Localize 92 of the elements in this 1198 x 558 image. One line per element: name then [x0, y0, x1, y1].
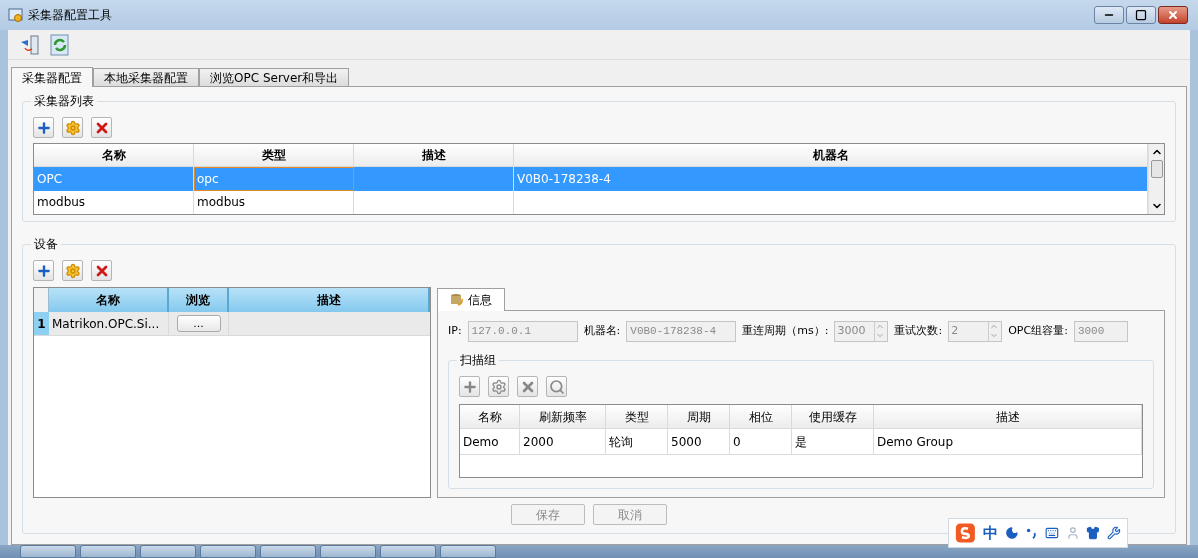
database-icon: [450, 293, 464, 307]
taskbar-button[interactable]: [140, 545, 196, 558]
maximize-button[interactable]: [1126, 6, 1156, 24]
table-cell: Matrikon.OPC.Si...: [49, 312, 169, 335]
group-title: 采集器列表: [31, 93, 97, 109]
row-number: 1: [34, 312, 49, 335]
taskbar-button[interactable]: [320, 545, 376, 558]
column-header[interactable]: 名称: [460, 405, 520, 428]
app-icon: [8, 7, 24, 23]
add-icon: [35, 119, 52, 136]
table-cell-text: 轮询: [609, 433, 633, 451]
taskbar-button[interactable]: [260, 545, 316, 558]
column-header[interactable]: 类型: [194, 144, 354, 167]
tab[interactable]: 本地采集器配置: [93, 68, 199, 86]
spin-up-icon: [875, 322, 886, 331]
column-header[interactable]: 名称: [34, 144, 194, 167]
taskbar-button[interactable]: [80, 545, 136, 558]
refresh-icon: [49, 33, 71, 56]
table-cell-text: modbus: [37, 194, 86, 212]
table-cell-text: 是: [795, 433, 807, 451]
add-button[interactable]: [33, 260, 54, 281]
taskbar-button[interactable]: [440, 545, 496, 558]
column-header[interactable]: 浏览: [169, 288, 229, 312]
taskbar-button[interactable]: [200, 545, 256, 558]
settings-button[interactable]: [62, 260, 83, 281]
scrollbar[interactable]: [1148, 144, 1164, 214]
field-label: 重试次数:: [894, 323, 943, 340]
column-header[interactable]: 描述: [229, 288, 430, 312]
sogou-logo-icon: [955, 521, 976, 545]
delete-button[interactable]: [517, 376, 538, 397]
keyboard-icon[interactable]: [1044, 525, 1059, 541]
add-button[interactable]: [459, 376, 480, 397]
table-cell-text: 5000: [671, 433, 702, 451]
scroll-thumb[interactable]: [1150, 160, 1163, 178]
column-header[interactable]: 刷新频率: [520, 405, 606, 428]
header-corner[interactable]: [34, 288, 49, 312]
table-cell-text: 2000: [523, 433, 554, 451]
group-title: 扫描组: [457, 352, 499, 368]
import-icon: [19, 33, 41, 56]
add-icon: [461, 378, 478, 395]
browse-button[interactable]: ...: [176, 315, 221, 332]
delete-button[interactable]: [91, 260, 112, 281]
table-cell-text: OPC: [37, 171, 63, 188]
tab[interactable]: 采集器配置: [11, 67, 93, 87]
table-cell-text: Demo Group: [877, 433, 953, 451]
punctuation-icon[interactable]: [1025, 526, 1038, 540]
taskbar-button[interactable]: [20, 545, 76, 558]
shirt-icon[interactable]: [1086, 525, 1101, 541]
field-label: IP:: [448, 323, 462, 340]
table-cell-text: modbus: [197, 194, 246, 212]
close-icon: [1167, 9, 1179, 21]
input-mode[interactable]: 中: [982, 521, 998, 545]
table-cell-text: V0B0-178238-4: [517, 171, 611, 188]
field-label: OPC组容量:: [1008, 323, 1068, 340]
user-icon[interactable]: [1065, 525, 1080, 541]
column-header[interactable]: 名称: [49, 288, 169, 312]
wrench-icon[interactable]: [1107, 525, 1121, 541]
table-row[interactable]: 1 Matrikon.OPC.Si... ...: [34, 312, 430, 336]
column-header[interactable]: 描述: [354, 144, 514, 167]
add-button[interactable]: [33, 117, 54, 138]
column-header[interactable]: 描述: [874, 405, 1142, 428]
column-header[interactable]: 周期: [668, 405, 730, 428]
delete-button[interactable]: [91, 117, 112, 138]
refresh-button[interactable]: [48, 32, 72, 57]
column-header[interactable]: 类型: [606, 405, 668, 428]
minimize-button[interactable]: [1094, 6, 1124, 24]
search-icon: [548, 378, 565, 395]
settings-button[interactable]: [62, 117, 83, 138]
taskbar-button[interactable]: [380, 545, 436, 558]
group-title: 设备: [31, 236, 61, 252]
table-cell-text: opc: [197, 171, 219, 188]
search-button[interactable]: [546, 376, 567, 397]
moon-icon[interactable]: [1004, 525, 1019, 541]
gear-icon: [64, 119, 81, 136]
window-title: 采集器配置工具: [28, 7, 112, 24]
maximize-icon: [1135, 9, 1147, 21]
field-label: 重连周期（ms）:: [742, 323, 829, 340]
spin-down-icon: [875, 331, 886, 340]
field-label: 机器名:: [583, 323, 621, 340]
tab[interactable]: 信息: [437, 288, 505, 311]
table-cell-text: 0: [733, 433, 741, 451]
settings-button[interactable]: [488, 376, 509, 397]
spin-up-icon: [989, 322, 1000, 331]
add-icon: [35, 262, 52, 279]
close-button[interactable]: [1158, 6, 1188, 24]
column-header[interactable]: 使用缓存: [792, 405, 874, 428]
spin-down-icon: [989, 331, 1000, 340]
table-cell-text: Demo: [463, 433, 499, 451]
gear-icon: [490, 378, 507, 395]
gear-icon: [64, 262, 81, 279]
tab[interactable]: 浏览OPC Server和导出: [199, 68, 350, 86]
column-header[interactable]: 相位: [730, 405, 792, 428]
